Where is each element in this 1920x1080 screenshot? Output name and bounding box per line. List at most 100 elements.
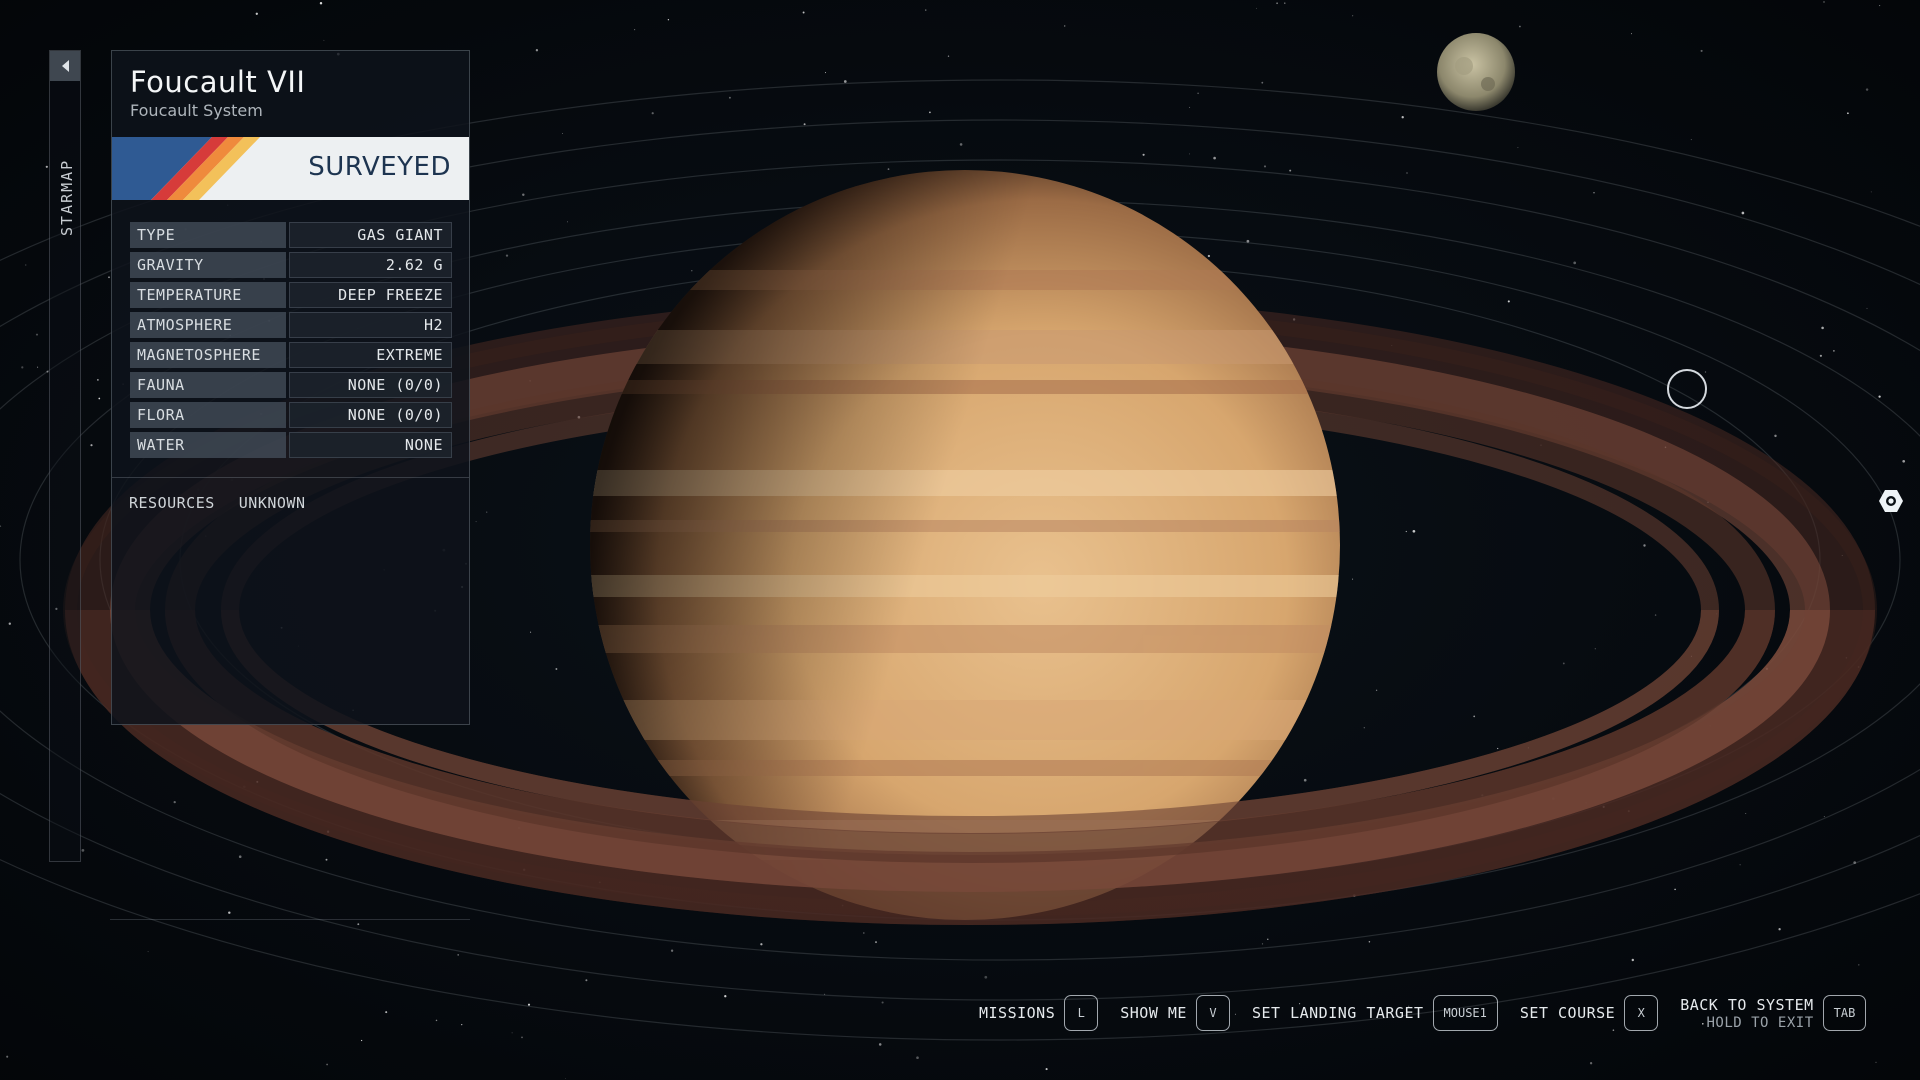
star (760, 943, 763, 946)
key-badge[interactable]: X (1624, 995, 1659, 1031)
stat-value: H2 (289, 312, 452, 338)
star (37, 366, 39, 368)
planet-stats: TYPE GAS GIANT GRAVITY 2.62 G TEMPERATUR… (130, 222, 452, 462)
hint-back-to-system[interactable]: BACK TO SYSTEM HOLD TO EXIT TAB (1680, 995, 1867, 1031)
planet-info-panel: Foucault VII Foucault System SURVEYED TY… (111, 50, 470, 725)
star (108, 276, 110, 279)
star (527, 1003, 531, 1006)
star (670, 949, 674, 952)
hint-label: SHOW ME (1120, 1004, 1187, 1022)
star (925, 9, 927, 11)
hint-show-me[interactable]: SHOW ME V (1120, 995, 1230, 1031)
key-badge[interactable]: MOUSE1 (1432, 995, 1498, 1031)
resources-value: UNKNOWN (238, 494, 306, 512)
star (1363, 727, 1365, 729)
star (585, 979, 588, 982)
star (1823, 816, 1825, 818)
hexagon-marker-icon[interactable] (1878, 489, 1904, 513)
star (461, 1023, 463, 1026)
star (535, 49, 539, 52)
stat-value: NONE (0/0) (289, 372, 452, 398)
star (173, 800, 176, 804)
star (1368, 941, 1371, 943)
hint-set-course[interactable]: SET COURSE X (1520, 995, 1659, 1031)
stat-label: WATER (130, 432, 286, 458)
star (1246, 239, 1250, 243)
star (1276, 2, 1278, 5)
star (325, 858, 328, 861)
star (8, 622, 11, 625)
star (1063, 25, 1066, 27)
star (98, 397, 101, 400)
star (984, 975, 988, 979)
star (1519, 25, 1521, 28)
hint-set-landing-target[interactable]: SET LANDING TARGET MOUSE1 (1252, 995, 1498, 1031)
star (1878, 395, 1881, 398)
star (651, 112, 654, 115)
star (1630, 33, 1632, 35)
survey-status: SURVEYED (308, 152, 451, 182)
star (555, 668, 558, 670)
star (1207, 254, 1211, 258)
star (1847, 112, 1849, 115)
stat-row-type: TYPE GAS GIANT (130, 222, 452, 248)
stat-value: NONE (289, 432, 452, 458)
star (1261, 943, 1264, 945)
star (486, 511, 488, 513)
star (1594, 648, 1596, 650)
star (25, 264, 27, 266)
star (360, 1039, 363, 1042)
star (916, 1056, 919, 1060)
hint-label: SET LANDING TARGET (1251, 1004, 1424, 1022)
resources-label: RESOURCES (129, 494, 215, 512)
starmap-side-tab[interactable]: STARMAP (49, 50, 81, 862)
star (843, 80, 847, 83)
star (567, 221, 568, 223)
stat-label: TEMPERATURE (130, 282, 286, 308)
star (147, 951, 149, 953)
star (1197, 92, 1199, 95)
star (323, 39, 325, 41)
star (1865, 88, 1869, 91)
stat-value: DEEP FREEZE (289, 282, 452, 308)
star (691, 270, 693, 272)
star (1517, 147, 1519, 149)
star (475, 521, 477, 523)
star (1875, 1061, 1877, 1064)
hint-missions[interactable]: MISSIONS L (979, 995, 1099, 1031)
star (1303, 778, 1307, 782)
star (522, 193, 525, 197)
star (1870, 191, 1872, 193)
hint-label-stack: BACK TO SYSTEM HOLD TO EXIT (1680, 996, 1813, 1031)
hint-sublabel: HOLD TO EXIT (1706, 1014, 1814, 1031)
target-reticle[interactable] (1667, 369, 1707, 409)
star (435, 1019, 438, 1022)
star (1142, 153, 1145, 156)
divider-line (110, 919, 470, 920)
hint-label: MISSIONS (979, 1004, 1056, 1022)
key-badge[interactable]: TAB (1822, 995, 1867, 1031)
stat-label: TYPE (130, 222, 286, 248)
star (1741, 211, 1745, 215)
key-badge[interactable]: L (1064, 995, 1099, 1031)
hint-label: BACK TO SYSTEM (1680, 995, 1814, 1014)
star (1352, 15, 1354, 17)
star (1401, 116, 1404, 119)
star (1352, 578, 1354, 580)
star (947, 55, 950, 57)
star (1189, 106, 1191, 108)
star (1819, 354, 1822, 357)
star (505, 254, 509, 257)
stat-label: ATMOSPHERE (130, 312, 286, 338)
star (97, 379, 99, 381)
star (21, 366, 24, 369)
star (1700, 49, 1703, 52)
star (561, 132, 564, 135)
stat-row-atmosphere: ATMOSPHERE H2 (130, 312, 452, 338)
key-badge[interactable]: V (1195, 995, 1230, 1031)
star (1562, 662, 1565, 665)
star (881, 1001, 884, 1004)
stat-value: 2.62 G (289, 252, 452, 278)
star (228, 911, 231, 914)
chevron-left-icon[interactable] (50, 51, 80, 81)
